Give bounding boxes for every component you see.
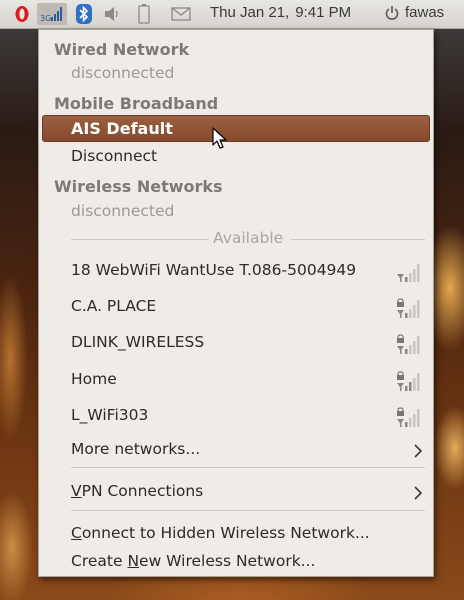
wireless-networks-status: disconnected [71,202,175,220]
network-menu: Wired Network disconnected Mobile Broadb… [38,29,434,577]
svg-text:3G: 3G [40,14,51,23]
wifi-secure-signal-icon [397,298,420,318]
network-item-dlink-wireless[interactable]: DLINK_WIRELESS [71,333,204,351]
volume-icon[interactable] [102,4,122,24]
menu-separator [71,467,425,468]
create-label-end: ew Wireless Network... [139,552,316,570]
ais-default-label: AIS Default [71,119,173,138]
network-item-ca-place[interactable]: C.A. PLACE [71,297,156,315]
clock-time: 9:41 PM [295,4,352,21]
wired-network-status: disconnected [71,64,175,82]
create-label-start: Create [71,552,128,570]
chevron-right-icon [414,444,423,458]
vpn-connections-item[interactable]: VPN Connections [71,482,203,500]
available-separator: Available [71,229,425,249]
network-item-home[interactable]: Home [71,370,117,388]
separator-line-right [291,239,425,240]
connect-mnemonic: C [71,524,82,542]
bluetooth-icon[interactable] [74,4,94,24]
power-icon [385,5,399,20]
mail-icon[interactable] [170,4,192,24]
more-networks-item[interactable]: More networks... [71,440,200,458]
vpn-mnemonic: V [71,482,82,500]
network-item-l-wifi303[interactable]: L_WiFi303 [71,406,148,424]
wired-network-header: Wired Network [54,40,190,59]
wireless-networks-header: Wireless Networks [54,177,223,196]
create-mnemonic: N [127,552,140,570]
wifi-secure-signal-icon [397,407,420,427]
wifi-signal-icon [397,264,420,282]
chevron-right-icon [414,486,423,500]
menu-separator [71,510,425,511]
connect-hidden-label: onnect to Hidden Wireless Network... [81,524,370,542]
mobile-broadband-header: Mobile Broadband [54,94,219,113]
vpn-label: PN Connections [81,482,204,500]
separator-line-left [71,239,209,240]
battery-icon[interactable] [136,4,152,24]
user-name: fawas [405,4,445,21]
available-label: Available [210,229,287,247]
top-panel: 3G Thu Jan 21, 9:41 PM fawas [0,0,464,29]
panel-clock[interactable]: Thu Jan 21, 9:41 PM [210,4,357,21]
user-menu[interactable]: fawas [385,4,444,21]
opera-icon[interactable] [12,4,32,24]
network-signal-icon[interactable]: 3G [37,3,67,25]
create-new-network-item[interactable]: Create New Wireless Network... [71,552,315,570]
mobile-disconnect-item[interactable]: Disconnect [71,147,157,165]
wifi-secure-signal-icon [397,371,420,391]
mouse-pointer-icon [212,127,227,149]
network-item-webwifi[interactable]: 18 WebWiFi WantUse T.086-5004949 [71,261,356,279]
connect-hidden-network-item[interactable]: Connect to Hidden Wireless Network... [71,524,370,542]
wifi-secure-signal-icon [397,334,420,354]
clock-date: Thu Jan 21, [210,4,290,21]
mobile-connection-ais-default[interactable]: AIS Default [42,115,430,142]
